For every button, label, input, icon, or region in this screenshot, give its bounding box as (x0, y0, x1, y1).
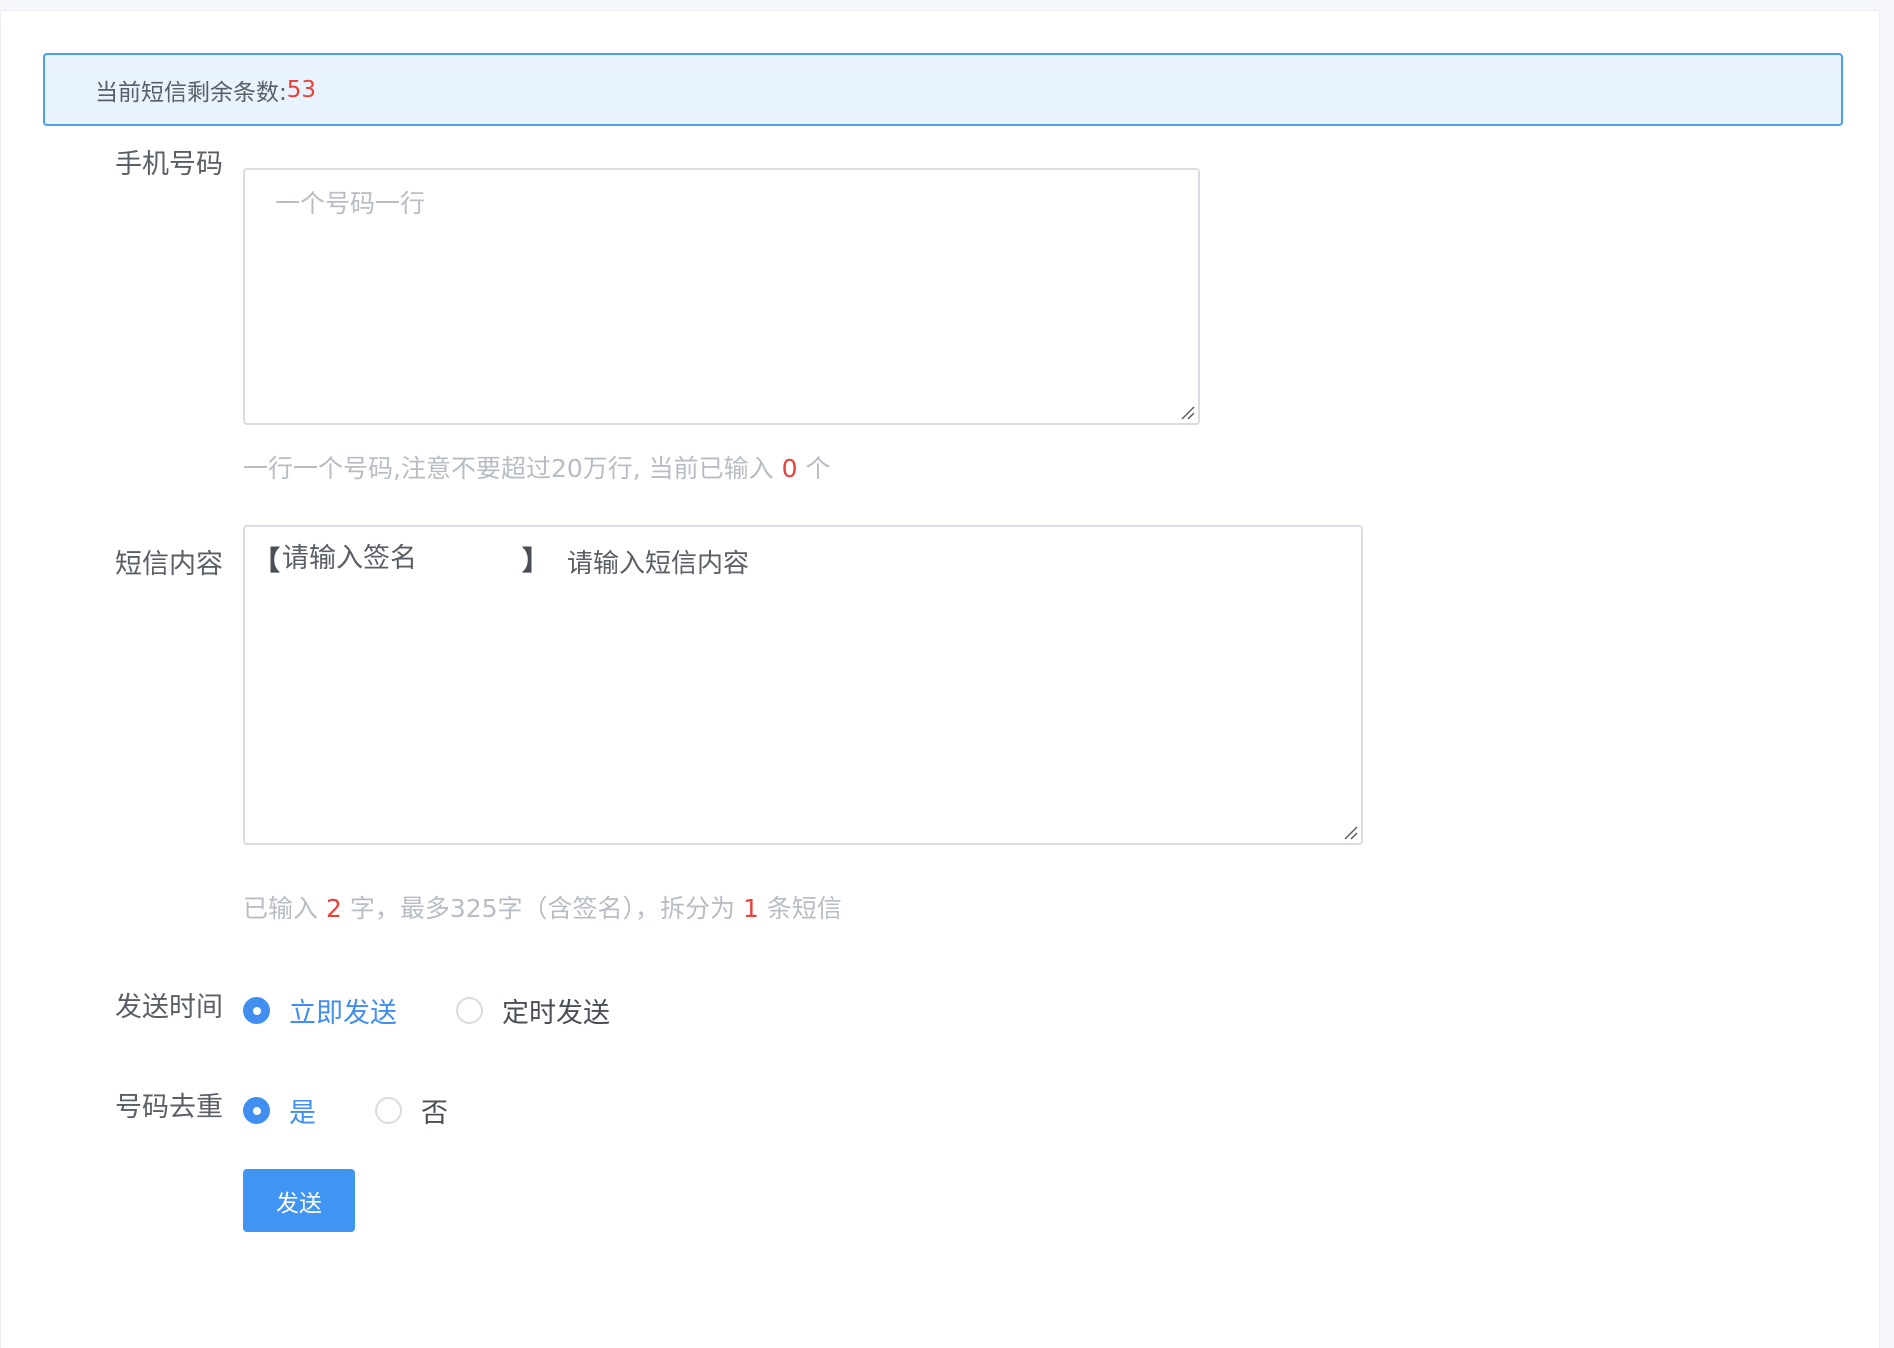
content-hint: 已输入 2 字，最多325字（含签名），拆分为 1 条短信 (243, 889, 842, 925)
form-card: 当前短信剩余条数:53 手机号码 一行一个号码,注意不要超过20万行, 当前已输… (0, 10, 1880, 1348)
content-label: 短信内容 (115, 549, 223, 580)
radio-dedupe-yes[interactable]: 是 (243, 1091, 316, 1130)
signature-open-bracket: 【 (253, 546, 280, 577)
radio-dedupe-yes-label[interactable]: 是 (289, 1091, 316, 1130)
radio-checked-icon[interactable] (243, 997, 270, 1024)
send-time-radio-group: 立即发送 定时发送 (243, 991, 610, 1030)
content-hint-prefix: 已输入 (243, 894, 319, 923)
radio-dedupe-no-label[interactable]: 否 (421, 1091, 448, 1130)
phone-hint: 一行一个号码,注意不要超过20万行, 当前已输入 0 个 (243, 449, 830, 485)
content-textarea-box: 【 】 请输入短信内容 (243, 525, 1363, 845)
radio-scheduled-label[interactable]: 定时发送 (502, 991, 610, 1030)
radio-scheduled[interactable]: 定时发送 (456, 991, 610, 1030)
radio-checked-icon[interactable] (243, 1097, 270, 1124)
dedupe-radio-group: 是 否 (243, 1091, 448, 1130)
radio-send-now-label[interactable]: 立即发送 (289, 991, 397, 1030)
phone-textarea[interactable] (245, 170, 1198, 423)
content-char-count: 2 (325, 894, 342, 923)
content-placeholder[interactable]: 请输入短信内容 (567, 537, 749, 580)
sms-balance-count: 53 (286, 76, 317, 103)
radio-unchecked-icon[interactable] (456, 997, 483, 1024)
resize-handle-icon[interactable] (1179, 404, 1195, 420)
send-time-label: 发送时间 (115, 992, 223, 1023)
radio-dedupe-no[interactable]: 否 (375, 1091, 448, 1130)
sms-balance-alert: 当前短信剩余条数: 53 (43, 53, 1843, 126)
radio-send-now[interactable]: 立即发送 (243, 991, 397, 1030)
send-button[interactable]: 发送 (243, 1169, 355, 1232)
resize-handle-icon[interactable] (1342, 824, 1358, 840)
phone-textarea-box (243, 168, 1200, 425)
phone-label: 手机号码 (115, 149, 223, 180)
dedupe-label: 号码去重 (115, 1092, 223, 1123)
signature-input[interactable] (280, 543, 522, 574)
content-part-count: 1 (743, 894, 759, 923)
radio-unchecked-icon[interactable] (375, 1097, 402, 1124)
phone-hint-suffix: 个 (805, 454, 831, 483)
signature-row: 【 】 请输入短信内容 (253, 537, 749, 580)
phone-hint-prefix: 一行一个号码,注意不要超过20万行, 当前已输入 (243, 454, 774, 483)
sms-balance-label: 当前短信剩余条数: (95, 79, 287, 106)
phone-count: 0 (781, 454, 798, 483)
signature-close-bracket: 】 (522, 546, 549, 577)
content-hint-suffix: 条短信 (766, 894, 842, 923)
content-hint-middle: 字，最多325字（含签名），拆分为 (349, 894, 736, 923)
